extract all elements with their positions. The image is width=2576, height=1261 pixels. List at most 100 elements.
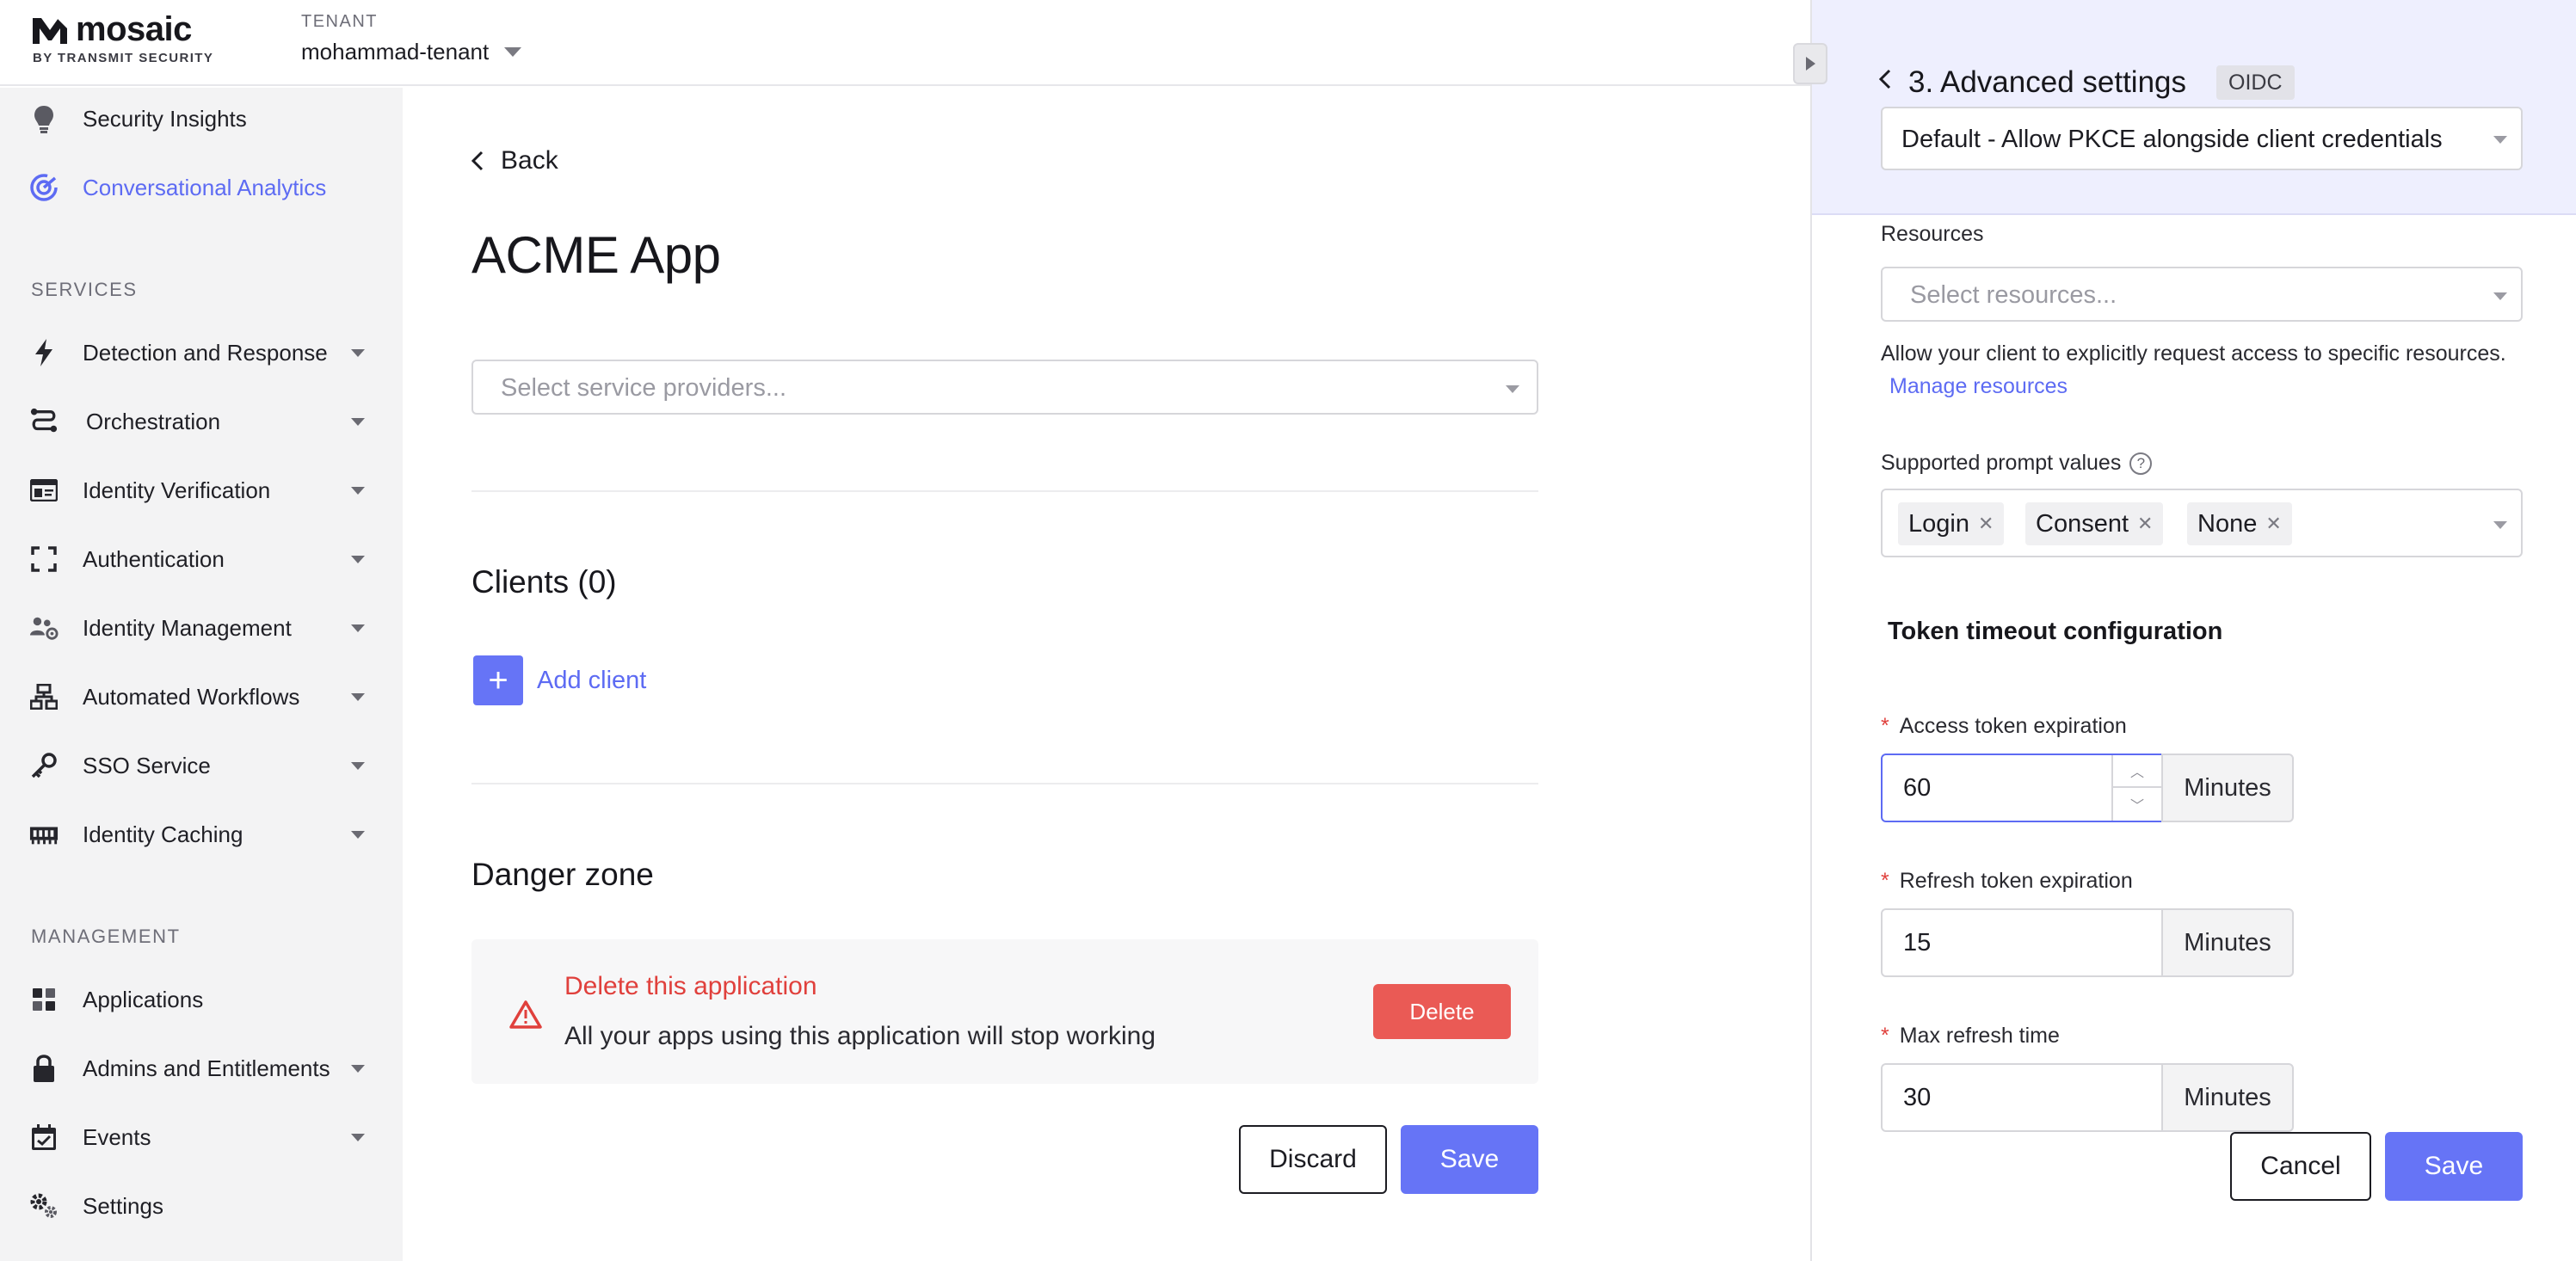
manage-resources-link[interactable]: Manage resources bbox=[1889, 374, 2068, 398]
play-right-icon bbox=[1806, 57, 1815, 71]
discard-button[interactable]: Discard bbox=[1239, 1125, 1387, 1194]
section-label-services: SERVICES bbox=[31, 279, 138, 300]
access-token-label: * Access token expiration bbox=[1881, 714, 2127, 739]
resources-label: Resources bbox=[1881, 222, 1984, 246]
panel-header: 3. Advanced settings OIDC Default - Allo… bbox=[1812, 0, 2576, 215]
chevron-down-icon bbox=[351, 1133, 365, 1141]
sidebar-item-security-insights[interactable]: Security Insights bbox=[0, 93, 403, 145]
number-stepper[interactable]: ︿ ﹀ bbox=[2111, 755, 2161, 821]
required-asterisk: * bbox=[1881, 1024, 1889, 1048]
service-providers-placeholder: Select service providers... bbox=[501, 374, 787, 402]
scan-frame-icon bbox=[29, 544, 59, 574]
danger-text: All your apps using this application wil… bbox=[564, 1022, 1156, 1050]
sidebar-item-label: Authentication bbox=[83, 545, 225, 572]
chevron-down-icon bbox=[351, 761, 365, 770]
panel-toggle-button[interactable] bbox=[1793, 43, 1827, 84]
back-link[interactable]: Back bbox=[471, 146, 558, 175]
chevron-up-icon[interactable]: ︿ bbox=[2113, 755, 2161, 788]
chevron-down-icon bbox=[2493, 521, 2507, 529]
mosaic-logo[interactable]: mosaic BY TRANSMIT SECURITY bbox=[31, 10, 213, 65]
cancel-button[interactable]: Cancel bbox=[2230, 1132, 2371, 1201]
sidebar-item-authentication[interactable]: Authentication bbox=[0, 533, 403, 585]
max-refresh-unit: Minutes bbox=[2161, 1063, 2294, 1132]
sidebar-item-conversational-analytics[interactable]: Conversational Analytics bbox=[0, 162, 403, 213]
back-label: Back bbox=[501, 146, 558, 175]
required-asterisk: * bbox=[1881, 714, 1889, 738]
clients-title: Clients (0) bbox=[471, 564, 617, 600]
sidebar-item-label: SSO Service bbox=[83, 752, 211, 778]
plus-icon: + bbox=[473, 655, 523, 705]
sidebar-item-admins-and-entitlements[interactable]: Admins and Entitlements bbox=[0, 1043, 403, 1094]
max-refresh-label-text: Max refresh time bbox=[1899, 1024, 2060, 1048]
lightning-icon bbox=[29, 338, 59, 367]
top-bar: mosaic BY TRANSMIT SECURITY TENANT moham… bbox=[0, 0, 1810, 86]
chip-label: None bbox=[2197, 509, 2258, 538]
chip-label: Consent bbox=[2036, 509, 2129, 538]
calendar-icon bbox=[29, 1123, 59, 1152]
sidebar-item-applications[interactable]: Applications bbox=[0, 974, 403, 1025]
sidebar-item-events[interactable]: Events bbox=[0, 1111, 403, 1163]
prompt-values-label: Supported prompt values? bbox=[1881, 451, 2153, 476]
chevron-down-icon bbox=[351, 348, 365, 357]
tenant-switcher[interactable]: TENANT mohammad-tenant bbox=[301, 12, 522, 65]
analytics-icon bbox=[29, 173, 59, 202]
max-refresh-label: * Max refresh time bbox=[1881, 1024, 2060, 1049]
chevron-down-icon[interactable]: ﹀ bbox=[2113, 788, 2161, 821]
key-icon bbox=[29, 751, 59, 780]
sidebar-item-identity-verification[interactable]: Identity Verification bbox=[0, 464, 403, 516]
help-icon[interactable]: ? bbox=[2129, 452, 2153, 476]
refresh-token-label-text: Refresh token expiration bbox=[1899, 869, 2133, 893]
add-client-button[interactable]: + Add client bbox=[473, 655, 646, 705]
close-icon[interactable]: ✕ bbox=[2137, 513, 2153, 535]
memory-icon bbox=[29, 820, 59, 849]
sidebar-item-sso-service[interactable]: SSO Service bbox=[0, 740, 403, 791]
sidebar-item-settings[interactable]: Settings bbox=[0, 1180, 403, 1232]
sidebar-item-detection-and-response[interactable]: Detection and Response bbox=[0, 327, 403, 378]
sidebar-item-automated-workflows[interactable]: Automated Workflows bbox=[0, 671, 403, 723]
save-button[interactable]: Save bbox=[1401, 1125, 1538, 1194]
divider bbox=[471, 490, 1538, 492]
max-refresh-value: 30 bbox=[1903, 1084, 1932, 1111]
chevron-left-icon[interactable] bbox=[1878, 69, 1891, 94]
sidebar-item-label: Admins and Entitlements bbox=[83, 1055, 330, 1081]
resources-placeholder: Select resources... bbox=[1910, 281, 2117, 309]
brand-name: mosaic bbox=[76, 10, 192, 48]
max-refresh-input[interactable]: 30 bbox=[1881, 1063, 2163, 1132]
sidebar-item-label: Orchestration bbox=[86, 408, 221, 434]
advanced-settings-panel: 3. Advanced settings OIDC Default - Allo… bbox=[1810, 0, 2576, 1261]
chevron-down-icon bbox=[504, 47, 522, 57]
resources-select[interactable]: Select resources... bbox=[1881, 267, 2523, 322]
close-icon[interactable]: ✕ bbox=[2265, 513, 2281, 535]
pkce-value: Default - Allow PKCE alongside client cr… bbox=[1901, 126, 2443, 153]
add-client-label: Add client bbox=[537, 666, 647, 694]
sidebar-item-orchestration[interactable]: Orchestration bbox=[0, 396, 403, 447]
sidebar-item-label: Conversational Analytics bbox=[83, 174, 327, 200]
id-card-icon bbox=[29, 476, 59, 505]
prompt-chip-login: Login ✕ bbox=[1898, 502, 2005, 545]
token-timeout-title: Token timeout configuration bbox=[1888, 618, 2223, 645]
sidebar-item-label: Settings bbox=[83, 1192, 163, 1219]
sidebar-item-label: Identity Caching bbox=[83, 821, 243, 847]
resources-help: Allow your client to explicitly request … bbox=[1881, 337, 2509, 403]
workflow-icon bbox=[29, 682, 59, 711]
access-token-label-text: Access token expiration bbox=[1899, 714, 2127, 738]
refresh-token-value: 15 bbox=[1903, 929, 1932, 957]
mosaic-logo-icon bbox=[33, 17, 67, 44]
panel-save-button[interactable]: Save bbox=[2385, 1132, 2523, 1201]
close-icon[interactable]: ✕ bbox=[1978, 513, 1994, 535]
chevron-down-icon bbox=[351, 1064, 365, 1073]
refresh-token-input[interactable]: 15 bbox=[1881, 908, 2163, 977]
delete-button[interactable]: Delete bbox=[1373, 984, 1511, 1039]
prompt-values-label-text: Supported prompt values bbox=[1881, 451, 2122, 475]
sidebar-item-identity-management[interactable]: Identity Management bbox=[0, 602, 403, 654]
access-token-input[interactable]: 60 ︿ ﹀ bbox=[1881, 754, 2163, 822]
prompt-values-select[interactable]: Login ✕ Consent ✕ None ✕ bbox=[1881, 489, 2523, 557]
service-providers-select[interactable]: Select service providers... bbox=[471, 360, 1538, 415]
sidebar-item-identity-caching[interactable]: Identity Caching bbox=[0, 809, 403, 860]
pkce-select[interactable]: Default - Allow PKCE alongside client cr… bbox=[1881, 107, 2523, 170]
chevron-down-icon bbox=[351, 624, 365, 632]
chevron-down-icon bbox=[351, 830, 365, 839]
prompt-chip-consent: Consent ✕ bbox=[2025, 502, 2164, 545]
chip-label: Login bbox=[1908, 509, 1969, 538]
access-token-unit: Minutes bbox=[2161, 754, 2294, 822]
